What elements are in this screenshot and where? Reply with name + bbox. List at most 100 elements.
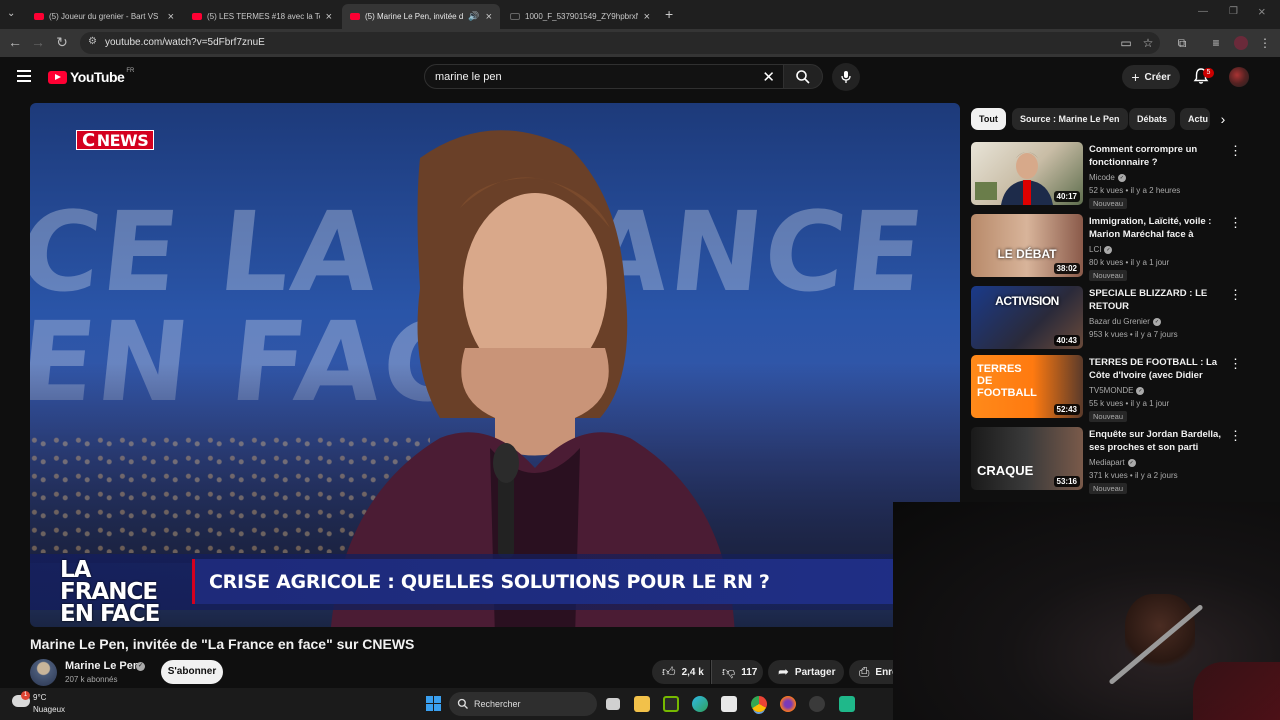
share-button[interactable]: ➦ Partager — [768, 660, 844, 684]
more-options-icon[interactable]: ⋮ — [1229, 288, 1242, 301]
new-badge: Nouveau — [1089, 270, 1128, 281]
search-button[interactable] — [783, 64, 823, 89]
recommended-video[interactable]: TERRES DE FOOTBALL 52:43 TERRES DE FOOTB… — [971, 355, 1242, 422]
weather-temperature[interactable]: 9°C — [33, 693, 46, 702]
messaging-app-icon[interactable] — [839, 696, 855, 712]
search-input[interactable]: marine le pen ✕ — [424, 64, 784, 89]
weather-alert-badge: 1 — [21, 691, 30, 700]
close-tab-icon[interactable]: × — [326, 11, 332, 23]
new-badge: Nouveau — [1089, 483, 1128, 494]
chip-all[interactable]: Tout — [971, 108, 1006, 130]
microsoft-store-icon[interactable] — [721, 696, 737, 712]
chip-debates[interactable]: Débats — [1129, 108, 1176, 130]
chip-source[interactable]: Source : Marine Le Pen — [1012, 108, 1128, 130]
minimize-window-icon[interactable]: — — [1198, 6, 1208, 17]
video-channel[interactable]: Bazar du Grenier ✓ — [1089, 317, 1161, 326]
chevron-right-icon[interactable]: › — [1214, 110, 1232, 128]
chip-news[interactable]: Actu — [1180, 108, 1210, 130]
save-button[interactable]: ⎙ Enre — [849, 660, 899, 684]
video-thumbnail[interactable]: ACTIVISION 40:43 — [971, 286, 1083, 349]
firefox-icon[interactable] — [780, 696, 796, 712]
file-explorer-icon[interactable] — [634, 696, 650, 712]
bookmark-star-icon[interactable]: ☆ — [1141, 36, 1155, 50]
browser-tab[interactable]: 1000_F_537901549_ZY9hpbrxN × — [502, 4, 658, 29]
account-avatar[interactable] — [1229, 67, 1249, 87]
tab-title: (5) Joueur du grenier - Bart VS — [49, 12, 159, 21]
close-tab-icon[interactable]: × — [486, 11, 492, 23]
browser-toolbar: ← → ↻ ⚙ youtube.com/watch?v=5dFbrf7znuE … — [0, 29, 1280, 57]
browser-tab[interactable]: (5) Joueur du grenier - Bart VS × — [26, 4, 182, 29]
video-title[interactable]: Comment corrompre un fonctionnaire ? — [1089, 143, 1227, 169]
video-duration: 40:43 — [1053, 335, 1080, 346]
xbox-app-icon[interactable] — [809, 696, 825, 712]
channel-avatar[interactable] — [30, 659, 57, 686]
recommended-video[interactable]: LE DÉBAT 38:02 Immigration, Laïcité, voi… — [971, 214, 1242, 281]
video-thumbnail[interactable]: LE DÉBAT 38:02 — [971, 214, 1083, 277]
channel-name[interactable]: Micode — [1089, 173, 1115, 182]
browser-tab-active[interactable]: (5) Marine Le Pen, invitée d 🔊 × — [342, 4, 500, 29]
extensions-icon[interactable]: ⧉ — [1175, 36, 1189, 50]
more-options-icon[interactable]: ⋮ — [1229, 429, 1242, 442]
youtube-logo[interactable]: YouTube FR — [48, 68, 134, 85]
video-channel[interactable]: Micode ✓ — [1089, 173, 1126, 182]
video-title[interactable]: Enquête sur Jordan Bardella, ses proches… — [1089, 428, 1227, 454]
video-player[interactable]: CE LA FRANCE EN FACE C NEWS LA FRANCE EN F… — [30, 103, 960, 627]
channel-name[interactable]: Bazar du Grenier — [1089, 317, 1150, 326]
video-title[interactable]: Immigration, Laïcité, voile : Marion Mar… — [1089, 215, 1227, 241]
video-channel[interactable]: Mediapart ✓ — [1089, 458, 1136, 467]
reload-icon[interactable]: ↻ — [53, 34, 71, 51]
more-options-icon[interactable]: ⋮ — [1229, 144, 1242, 157]
clear-search-icon[interactable]: ✕ — [762, 68, 775, 86]
channel-name[interactable]: TV5MONDE — [1089, 386, 1133, 395]
weather-condition[interactable]: Nuageux — [33, 705, 65, 714]
verified-icon: ✓ — [1127, 458, 1136, 467]
video-thumbnail[interactable]: TERRES DE FOOTBALL 52:43 — [971, 355, 1083, 418]
taskbar-search[interactable]: Rechercher — [449, 692, 597, 716]
subscribe-button[interactable]: S'abonner — [161, 660, 223, 684]
recommended-video[interactable]: CRAQUE 53:16 Enquête sur Jordan Bardella… — [971, 427, 1242, 494]
browser-tab[interactable]: (5) LES TERMES #18 avec la Tea × — [184, 4, 340, 29]
site-info-icon[interactable]: ⚙ — [88, 36, 97, 47]
back-arrow-icon[interactable]: ← — [6, 34, 24, 50]
cast-icon[interactable]: ▭ — [1119, 36, 1133, 50]
channel-name[interactable]: Mediapart — [1089, 458, 1125, 467]
video-title[interactable]: TERRES DE FOOTBALL : La Côte d'Ivoire (a… — [1089, 356, 1227, 382]
chrome-icon[interactable] — [751, 696, 767, 712]
webcam-chair — [1193, 662, 1280, 720]
like-button[interactable]: 👍︎ 2,4 k — [652, 660, 710, 684]
dislike-button[interactable]: 👎︎ 117 — [711, 660, 763, 684]
recommended-video[interactable]: 40:17 Comment corrompre un fonctionnaire… — [971, 142, 1242, 209]
menu-icon[interactable] — [17, 70, 31, 82]
channel-name[interactable]: Marine Le Pen — [65, 660, 140, 672]
recommended-video[interactable]: ACTIVISION 40:43 SPECIALE BLIZZARD : LE … — [971, 286, 1242, 350]
close-tab-icon[interactable]: × — [168, 11, 174, 23]
video-thumbnail[interactable]: 40:17 — [971, 142, 1083, 205]
video-thumbnail[interactable]: CRAQUE 53:16 — [971, 427, 1083, 490]
video-meta: 55 k vues • il y a 1 jour — [1089, 399, 1170, 408]
cnews-logo-c: C — [82, 129, 95, 151]
create-button[interactable]: + Créer — [1122, 65, 1180, 89]
close-window-icon[interactable]: × — [1258, 4, 1266, 19]
nvidia-icon[interactable] — [663, 696, 679, 712]
more-options-icon[interactable]: ⋮ — [1229, 216, 1242, 229]
thumbnail-caption: ACTIVISION — [995, 294, 1059, 308]
address-bar[interactable]: ⚙ youtube.com/watch?v=5dFbrf7znuE — [80, 32, 1160, 54]
channel-name[interactable]: LCI — [1089, 245, 1101, 254]
browser-menu-icon[interactable]: ⋮ — [1258, 36, 1272, 50]
profile-icon[interactable] — [1234, 36, 1248, 50]
restore-window-icon[interactable]: ❐ — [1229, 6, 1238, 17]
more-options-icon[interactable]: ⋮ — [1229, 357, 1242, 370]
new-tab-button[interactable]: + — [665, 6, 673, 22]
voice-search-button[interactable] — [832, 63, 860, 91]
video-channel[interactable]: LCI ✓ — [1089, 245, 1113, 254]
tab-search-icon[interactable]: ≡ — [1209, 36, 1223, 50]
task-view-icon[interactable] — [606, 698, 620, 710]
edge-icon[interactable] — [692, 696, 708, 712]
video-channel[interactable]: TV5MONDE ✓ — [1089, 386, 1145, 395]
windows-start-icon[interactable] — [426, 696, 441, 711]
forward-arrow-icon[interactable]: → — [29, 34, 47, 50]
close-tab-icon[interactable]: × — [644, 11, 650, 23]
video-title[interactable]: SPECIALE BLIZZARD : LE RETOUR — [1089, 287, 1227, 313]
audio-playing-icon[interactable]: 🔊 — [468, 11, 479, 22]
tab-list-button[interactable]: ⌄ — [7, 8, 15, 19]
